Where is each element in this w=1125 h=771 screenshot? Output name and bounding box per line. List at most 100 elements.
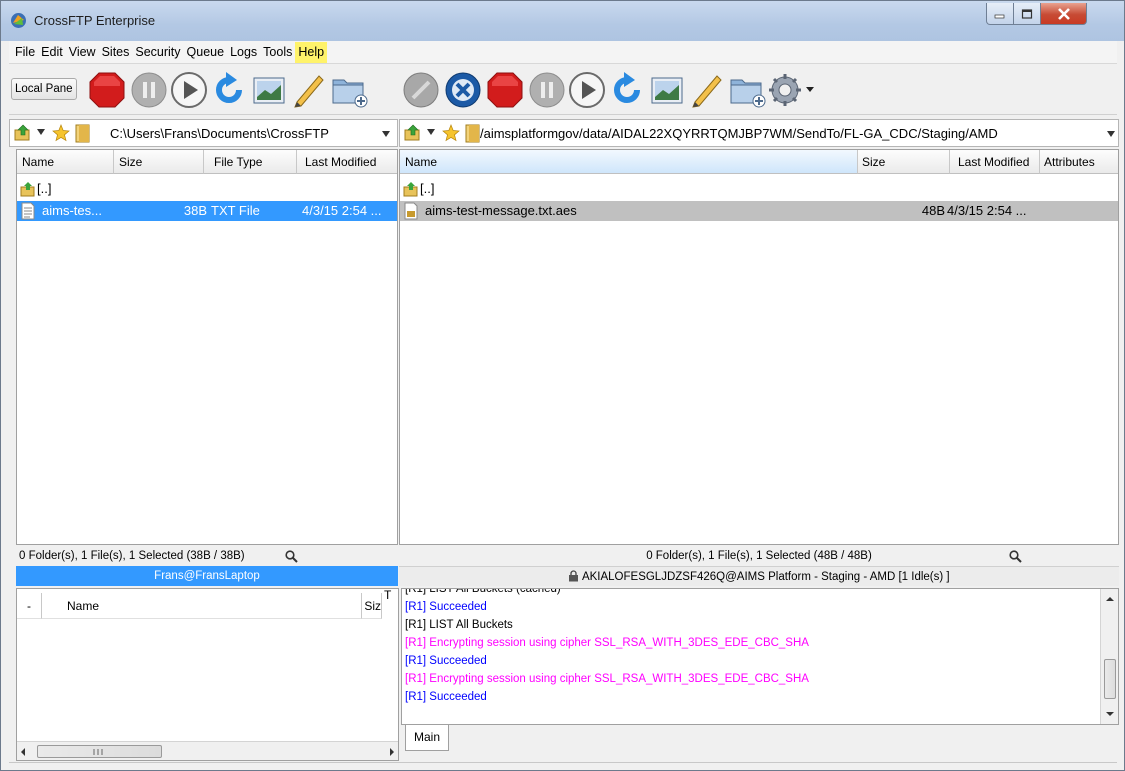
scroll-left-icon[interactable] [20,748,26,756]
window-title: CrossFTP Enterprise [34,13,156,28]
settings-icon[interactable] [767,70,817,110]
minimize-icon [994,14,1005,18]
queue-scroll-thumb[interactable] [37,745,162,758]
remote-connection-text: AKIALOFESGLJDZSF426Q@AIMS Platform - Sta… [581,571,950,583]
title-bar[interactable]: CrossFTP Enterprise [1,1,1124,41]
table-row[interactable]: [..] [17,179,397,199]
scroll-down-icon[interactable] [1106,711,1114,717]
dropdown-arrow-icon[interactable] [426,128,436,136]
local-pane-button[interactable]: Local Pane [11,78,77,100]
tab-main[interactable]: Main [405,725,449,751]
column-header-size[interactable]: Size [858,150,950,174]
preview-icon[interactable] [647,70,687,110]
preview-icon[interactable] [249,70,289,110]
menu-tools[interactable]: Tools [260,42,295,63]
up-folder-icon[interactable] [14,124,32,142]
column-header-attributes[interactable]: Attributes [1040,150,1118,174]
remote-path-bar[interactable]: /aimsplatformgov/data/AIDAL22XQYRRTQMJBP… [399,119,1119,147]
log-line: [R1] Succeeded [405,691,487,703]
abort-icon[interactable] [443,70,483,110]
remote-status-text: 0 Folder(s), 1 File(s), 1 Selected (48B … [646,550,872,562]
play-icon[interactable] [169,70,209,110]
file-size: 48B [921,203,945,218]
remote-connection-bar: AKIALOFESGLJDZSF426Q@AIMS Platform - Sta… [399,566,1119,586]
file-type: TXT File [211,203,260,218]
local-path-text: C:\Users\Frans\Documents\CrossFTP [110,126,329,141]
remote-status-bar: 0 Folder(s), 1 File(s), 1 Selected (48B … [399,546,1119,566]
new-folder-icon[interactable] [329,70,369,110]
local-status-bar: 0 Folder(s), 1 File(s), 1 Selected (38B … [16,546,398,566]
up-folder-icon[interactable] [404,124,422,142]
file-size: 38B [183,203,207,218]
path-history-dropdown-icon[interactable] [1106,130,1116,138]
search-icon[interactable] [1009,550,1022,563]
local-path-bar[interactable]: C:\Users\Frans\Documents\CrossFTP [9,119,398,147]
queue-column-status[interactable]: - [17,593,42,619]
search-icon[interactable] [285,550,298,563]
menu-help[interactable]: Help [295,41,328,63]
scroll-up-icon[interactable] [1106,596,1114,602]
local-file-pane[interactable]: Name Size File Type Last Modified [..] a… [16,149,398,545]
table-row-selected[interactable]: aims-test-message.txt.aes 48B 4/3/15 2:5… [400,201,1118,221]
file-name: [..] [420,181,435,196]
log-pane[interactable]: [R1] LIST All Buckets (cached) [R1] Succ… [401,588,1119,725]
column-header-size[interactable]: Size [114,150,204,174]
menu-logs[interactable]: Logs [227,42,260,63]
text-file-icon [21,202,35,220]
dropdown-arrow-icon[interactable] [36,128,46,136]
column-header-name[interactable]: Name [400,150,858,174]
edit-icon[interactable] [289,70,329,110]
table-row[interactable]: [..] [400,179,1118,199]
remote-file-pane[interactable]: Name Size Last Modified Attributes [..] … [399,149,1119,545]
menu-security[interactable]: Security [132,42,183,63]
log-line: [R1] LIST All Buckets (cached) [405,588,561,595]
queue-column-type[interactable]: T [383,589,398,605]
file-modified: 4/3/15 2:54 ... [302,203,382,218]
log-line: [R1] Succeeded [405,601,487,613]
stop-icon[interactable] [87,70,127,110]
column-header-last-modified[interactable]: Last Modified [297,150,397,174]
queue-horizontal-scrollbar[interactable] [17,741,398,760]
log-line: [R1] Succeeded [405,655,487,667]
favorite-star-icon[interactable] [442,124,460,142]
pause-icon[interactable] [527,70,567,110]
table-row-selected[interactable]: aims-tes... 38B TXT File 4/3/15 2:54 ... [17,201,397,221]
menu-edit[interactable]: Edit [38,42,66,63]
local-connection-bar: Frans@FransLaptop [16,566,398,586]
stop-icon[interactable] [485,70,525,110]
grip-icon [93,749,103,755]
log-line: [R1] Encrypting session using cipher SSL… [405,637,809,649]
new-folder-icon[interactable] [727,70,767,110]
menu-sites[interactable]: Sites [99,42,133,63]
local-connection-text: Frans@FransLaptop [154,570,260,582]
menu-file[interactable]: File [12,42,38,63]
minimize-button[interactable] [986,3,1014,25]
scroll-right-icon[interactable] [389,748,395,756]
log-scroll-thumb[interactable] [1104,659,1116,699]
queue-column-name[interactable]: Name [42,593,362,619]
maximize-button[interactable] [1013,3,1041,25]
log-line: [R1] Encrypting session using cipher SSL… [405,673,809,685]
column-header-name[interactable]: Name [17,150,114,174]
toolbar: Local Pane [9,65,1117,115]
disconnect-icon[interactable] [401,70,441,110]
edit-icon[interactable] [687,70,727,110]
favorite-star-icon[interactable] [52,124,70,142]
window-status-bar [9,762,1117,770]
local-status-text: 0 Folder(s), 1 File(s), 1 Selected (38B … [19,550,245,562]
file-modified: 4/3/15 2:54 ... [947,203,1027,218]
app-window: CrossFTP Enterprise File Edit View Sites… [0,0,1125,771]
column-header-file-type[interactable]: File Type [204,150,297,174]
close-button[interactable] [1040,3,1087,25]
refresh-icon[interactable] [209,70,249,110]
log-vertical-scrollbar[interactable] [1100,589,1118,724]
menu-view[interactable]: View [66,42,99,63]
path-history-dropdown-icon[interactable] [381,130,391,138]
column-header-last-modified[interactable]: Last Modified [950,150,1040,174]
play-icon[interactable] [567,70,607,110]
menu-queue[interactable]: Queue [184,42,228,63]
queue-column-size[interactable]: Siz [362,593,382,619]
queue-pane[interactable]: - Name Siz T [16,588,399,761]
refresh-icon[interactable] [607,70,647,110]
pause-icon[interactable] [129,70,169,110]
